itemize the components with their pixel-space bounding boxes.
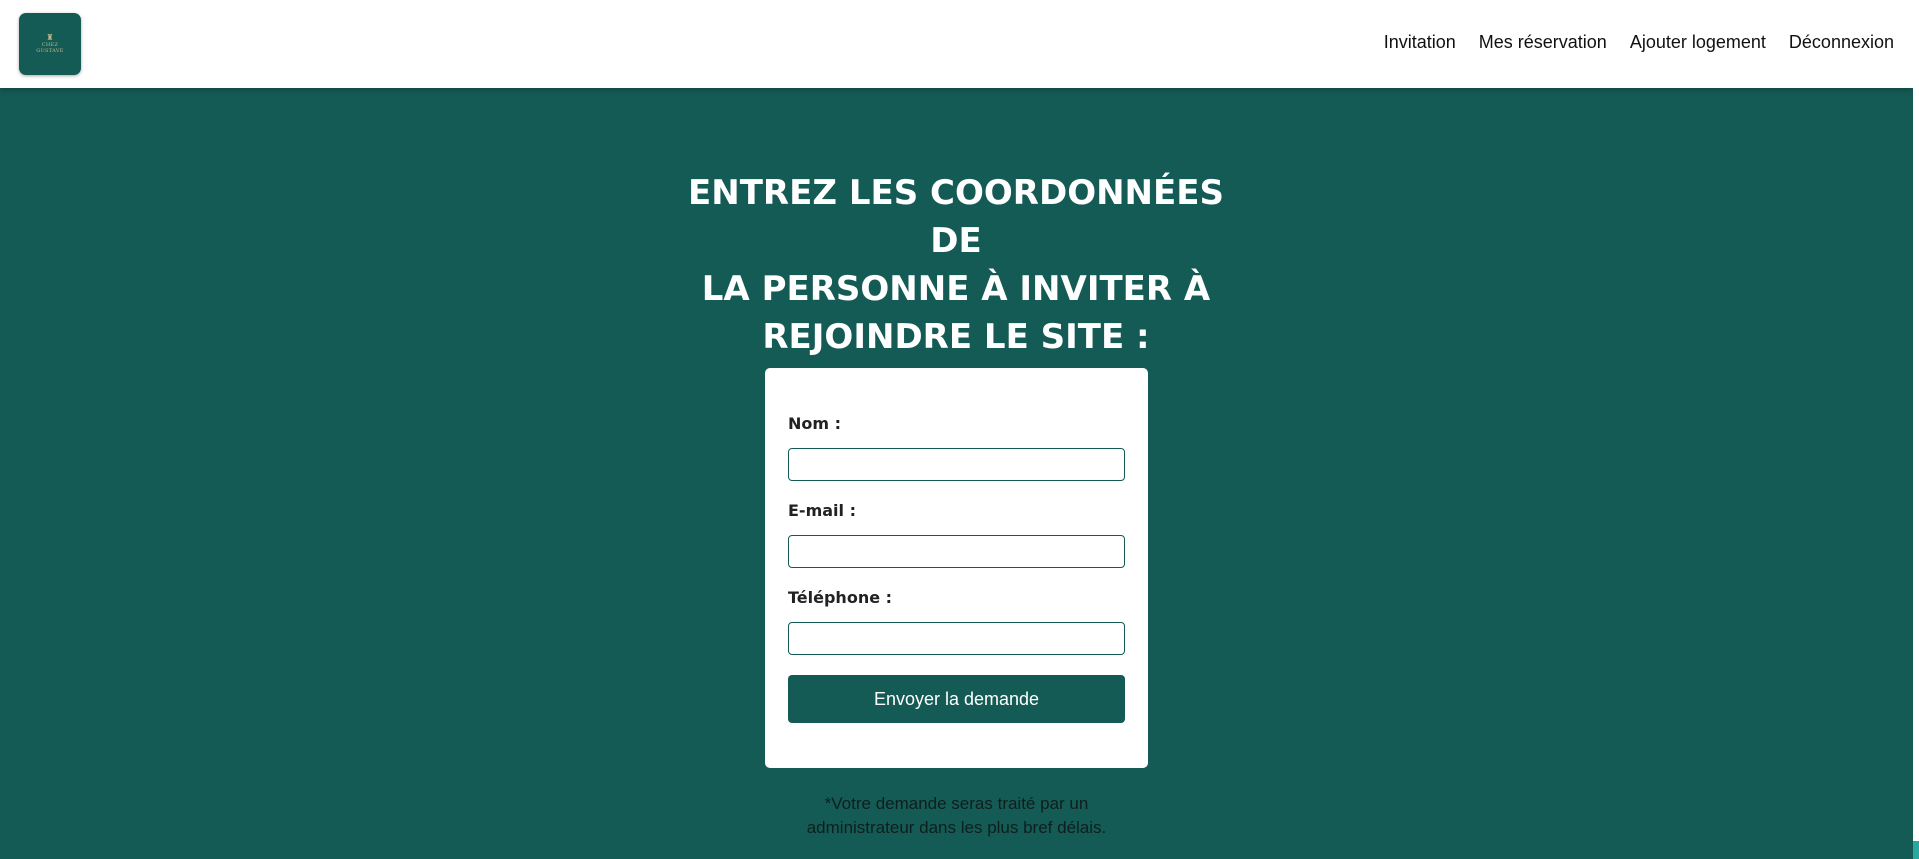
send-request-button[interactable]: Envoyer la demande [788, 675, 1125, 723]
site-logo[interactable]: ♜ CHEZ GUSTAVE [19, 13, 81, 75]
page-scrollbar[interactable] [1913, 0, 1919, 859]
page-title: ENTREZ LES COORDONNÉES DE LA PERSONNE À … [660, 169, 1252, 361]
nav-link-deconnexion[interactable]: Déconnexion [1789, 30, 1894, 54]
nom-input[interactable] [788, 448, 1125, 481]
telephone-input[interactable] [788, 622, 1125, 655]
admin-review-note: *Votre demande seras traité par un admin… [765, 792, 1148, 840]
top-navbar: ♜ CHEZ GUSTAVE Invitation Mes réservatio… [0, 0, 1913, 88]
nom-label: Nom : [788, 414, 842, 433]
nav-link-invitation[interactable]: Invitation [1384, 30, 1456, 54]
note-line-1: *Votre demande seras traité par un [824, 794, 1089, 813]
page-title-line-1: ENTREZ LES COORDONNÉES DE [688, 172, 1224, 261]
main-nav: Invitation Mes réservation Ajouter logem… [1384, 30, 1894, 54]
nav-link-mes-reservation[interactable]: Mes réservation [1479, 30, 1607, 54]
nav-link-ajouter-logement[interactable]: Ajouter logement [1630, 30, 1766, 54]
email-label: E-mail : [788, 501, 856, 520]
scrollbar-thumb[interactable] [1913, 841, 1919, 859]
page: ♜ CHEZ GUSTAVE Invitation Mes réservatio… [0, 0, 1919, 859]
note-line-2: administrateur dans les plus bref délais… [806, 818, 1107, 837]
telephone-label: Téléphone : [788, 588, 893, 607]
invitation-form: Nom : E-mail : Téléphone : Envoyer la de… [765, 368, 1148, 768]
logo-text-line2: GUSTAVE [36, 48, 64, 54]
page-title-line-2: LA PERSONNE À INVITER À [701, 268, 1211, 309]
logo-castle-icon: ♜ [46, 33, 54, 42]
page-title-line-3: REJOINDRE LE SITE : [762, 316, 1150, 357]
email-input[interactable] [788, 535, 1125, 568]
